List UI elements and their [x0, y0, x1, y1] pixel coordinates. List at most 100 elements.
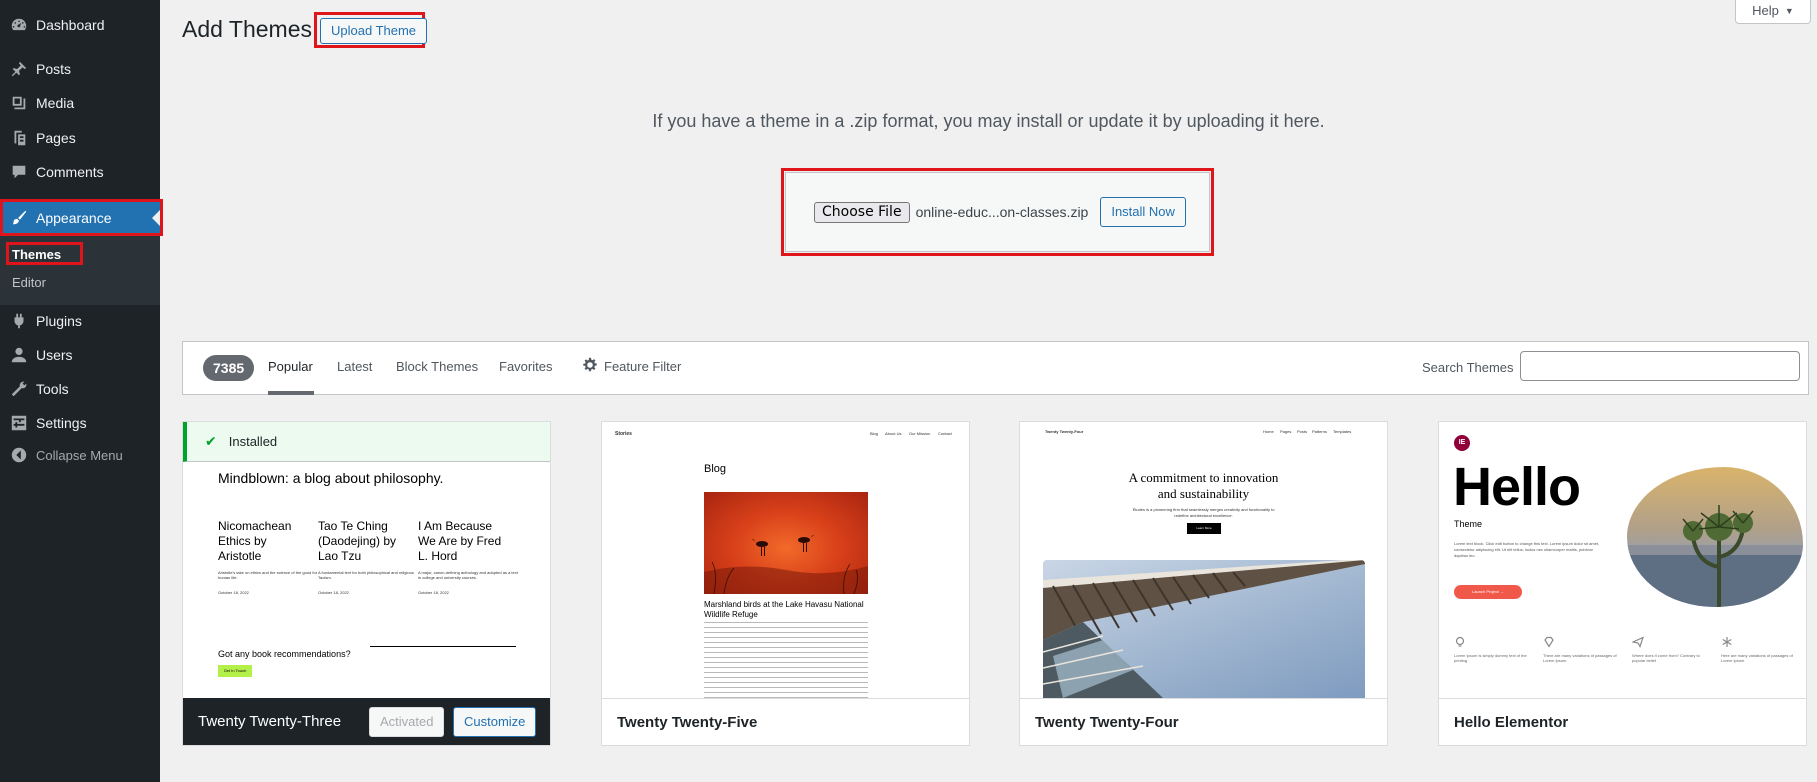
- choose-file-button[interactable]: Choose File: [814, 201, 910, 223]
- feature-filter-button[interactable]: Feature Filter: [582, 357, 681, 376]
- preview-book-date: October 18, 2022: [418, 590, 449, 595]
- preview-site-title: Stories: [615, 431, 632, 437]
- help-button[interactable]: Help ▼: [1735, 0, 1811, 24]
- theme-card-hello-elementor[interactable]: IE Hello Theme Lorem text block. Click e…: [1438, 421, 1807, 746]
- preview-nav-item: Patterns: [1312, 429, 1327, 434]
- sidebar-item-posts[interactable]: Posts: [0, 52, 160, 86]
- wrench-icon: [9, 379, 29, 399]
- theme-card-twenty-twenty-five[interactable]: Stories Blog About Us Our Mission Contac…: [601, 421, 970, 746]
- sidebar-item-label: Appearance: [36, 210, 112, 226]
- preview-feature-text: Here are many variations of passages of …: [1721, 653, 1793, 663]
- preview-book-title: I Am Because We Are by Fred L. Hord: [418, 519, 502, 563]
- install-now-button[interactable]: Install Now: [1100, 197, 1186, 227]
- theme-name: Hello Elementor: [1454, 714, 1569, 731]
- theme-footer: Twenty Twenty-Three Activated Customize: [183, 698, 550, 745]
- help-label: Help: [1752, 3, 1779, 18]
- selected-file-name: online-educ...on-classes.zip: [915, 204, 1089, 220]
- preview-feature-text: There are many variations of passages of…: [1543, 653, 1617, 663]
- comment-icon: [9, 162, 29, 182]
- tab-popular[interactable]: Popular: [268, 359, 313, 374]
- appearance-submenu: Themes Editor: [0, 235, 160, 305]
- preview-feature: Lorem Ipsum is simply dummy text of the …: [1454, 635, 1534, 663]
- preview-heading: Blog: [704, 463, 727, 475]
- theme-name: Twenty Twenty-Four: [1035, 714, 1179, 731]
- feature-filter-label: Feature Filter: [604, 359, 682, 374]
- preview-feature-text: Where does it come from? Contrary to pop…: [1632, 653, 1700, 663]
- preview-book-title: Tao Te Ching (Daodejing) by Lao Tzu: [318, 519, 397, 563]
- theme-footer: Hello Elementor: [1439, 698, 1806, 745]
- page-title: Add Themes: [182, 16, 312, 42]
- preview-heading: A commitment to innovation and sustainab…: [1128, 470, 1279, 501]
- settings-icon: [9, 413, 29, 433]
- theme-screenshot[interactable]: Mindblown: a blog about philosophy. Nico…: [183, 422, 550, 698]
- sidebar-item-label: Collapse Menu: [36, 447, 123, 463]
- sidebar-item-dashboard[interactable]: Dashboard: [0, 8, 160, 42]
- sidebar-item-label: Tools: [36, 381, 69, 397]
- current-tab-underline: [268, 391, 314, 395]
- theme-screenshot[interactable]: IE Hello Theme Lorem text block. Click e…: [1439, 422, 1806, 698]
- current-menu-arrow: [152, 210, 160, 226]
- search-themes-input[interactable]: [1520, 351, 1800, 381]
- sidebar-item-comments[interactable]: Comments: [0, 155, 160, 189]
- preview-caption: Marshland birds at the Lake Havasu Natio…: [704, 600, 864, 619]
- gear-icon: [582, 357, 598, 376]
- user-icon: [9, 345, 29, 365]
- caret-down-icon: ▼: [1784, 5, 1794, 16]
- sidebar-item-label: Pages: [36, 130, 76, 146]
- preview-feature: Here are many variations of passages of …: [1721, 635, 1801, 663]
- preview-book-title: Nicomachean Ethics by Aristotle: [218, 519, 292, 563]
- theme-name: Twenty Twenty-Three: [198, 713, 342, 730]
- preview-book-date: October 18, 2022: [318, 590, 349, 595]
- sidebar-item-label: Comments: [36, 164, 104, 180]
- tab-latest[interactable]: Latest: [337, 359, 372, 374]
- submenu-item-editor[interactable]: Editor: [12, 275, 46, 290]
- sidebar-item-plugins[interactable]: Plugins: [0, 304, 160, 338]
- preview-bird-image: [704, 492, 868, 594]
- upload-description: If you have a theme in a .zip format, yo…: [652, 111, 1325, 131]
- preview-divider: [370, 646, 516, 647]
- preview-site-title: Twenty Twenty-Four: [1045, 429, 1084, 434]
- sidebar-item-appearance[interactable]: Appearance: [0, 201, 160, 235]
- customize-button[interactable]: Customize: [453, 707, 537, 737]
- preview-button: Launch Project →: [1454, 585, 1522, 599]
- sidebar-item-settings[interactable]: Settings: [0, 406, 160, 440]
- sidebar-item-label: Media: [36, 95, 75, 111]
- preview-book-text: Aristotle's take on ethics and the scien…: [218, 570, 318, 580]
- elementor-logo: IE: [1454, 435, 1470, 451]
- preview-book-text: A major, canon-defining anthology and ad…: [418, 570, 518, 580]
- preview-button: Get In Touch: [218, 665, 252, 677]
- preview-feature-text: Lorem Ipsum is simply dummy text of the …: [1454, 653, 1527, 663]
- pin-icon: [9, 59, 29, 79]
- theme-screenshot[interactable]: Stories Blog About Us Our Mission Contac…: [602, 422, 969, 698]
- theme-screenshot[interactable]: Twenty Twenty-Four Home Pages Posts Patt…: [1020, 422, 1387, 698]
- preview-body-text: [704, 622, 868, 698]
- preview-nav-item: Home: [1263, 429, 1274, 434]
- preview-question: Got any book recommendations?: [218, 649, 351, 659]
- preview-feature: Where does it come from? Contrary to pop…: [1631, 635, 1712, 663]
- installed-label: Installed: [228, 434, 278, 449]
- theme-card-twenty-twenty-three[interactable]: Mindblown: a blog about philosophy. Nico…: [182, 421, 551, 746]
- sidebar-item-users[interactable]: Users: [0, 338, 160, 372]
- theme-card-twenty-twenty-four[interactable]: Twenty Twenty-Four Home Pages Posts Patt…: [1019, 421, 1388, 746]
- lightbulb-icon: [1454, 635, 1466, 647]
- theme-name: Twenty Twenty-Five: [617, 714, 758, 731]
- theme-filter-bar: 7385 Popular Latest Block Themes Favorit…: [182, 341, 1809, 395]
- sidebar-item-label: Plugins: [36, 313, 82, 329]
- sidebar-item-tools[interactable]: Tools: [0, 372, 160, 406]
- media-icon: [9, 93, 29, 113]
- collapse-menu-button[interactable]: Collapse Menu: [0, 438, 160, 472]
- upload-form: Choose File online-educ...on-classes.zip…: [785, 172, 1210, 252]
- tab-favorites[interactable]: Favorites: [499, 359, 552, 374]
- sidebar-item-label: Dashboard: [36, 17, 105, 33]
- submenu-item-themes[interactable]: Themes: [12, 247, 61, 262]
- sidebar-item-label: Posts: [36, 61, 72, 77]
- preview-nav-item: Templates: [1333, 429, 1352, 434]
- theme-count-badge: 7385: [203, 355, 255, 381]
- tab-block-themes[interactable]: Block Themes: [396, 359, 478, 374]
- paper-plane-icon: [1631, 635, 1645, 648]
- upload-theme-button[interactable]: Upload Theme: [320, 18, 428, 44]
- dashboard-icon: [9, 15, 29, 35]
- preview-feature: There are many variations of passages of…: [1543, 635, 1623, 663]
- preview-subheading: Theme: [1454, 519, 1483, 529]
- snowflake-icon: [1721, 635, 1733, 647]
